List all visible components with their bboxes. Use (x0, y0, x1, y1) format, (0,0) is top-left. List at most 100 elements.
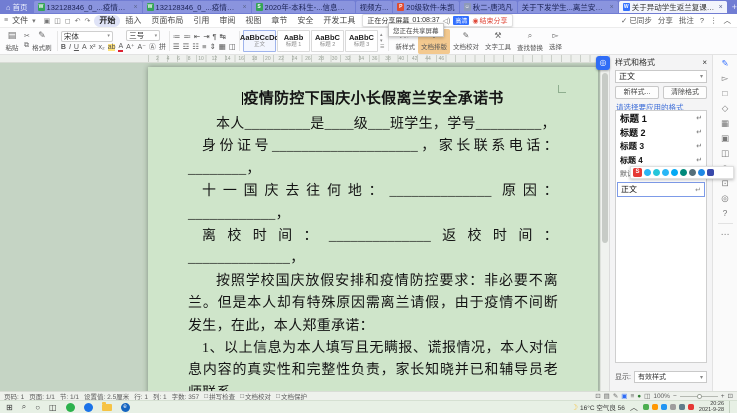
meeting-app-icon[interactable] (83, 402, 93, 412)
new-style-panel-button[interactable]: 新样式... (615, 86, 659, 99)
style-item-heading3[interactable]: 标题 3 ↵ (616, 139, 706, 153)
style-heading2[interactable]: AaBbC 标题 2 (310, 30, 344, 52)
tab-page-layout[interactable]: 页面布局 (146, 15, 188, 27)
chart-pane-icon[interactable]: ◫ (721, 148, 729, 158)
meeting-share-icon[interactable] (662, 169, 669, 176)
style-heading3[interactable]: AaBbC 标题 3 (344, 30, 378, 52)
properties-pane-icon[interactable]: ✎ (721, 58, 728, 68)
meeting-audio-icon[interactable] (653, 169, 660, 176)
show-marks-icon[interactable]: ¶ (213, 32, 217, 41)
text-tools-button[interactable]: ⚒ 文字工具 (482, 29, 514, 54)
style-item-body[interactable]: 正文 ↵ (617, 182, 705, 197)
highlight-icon[interactable]: ab (107, 43, 116, 51)
search-icon[interactable]: ⌕ (22, 402, 26, 412)
close-tab-icon[interactable]: × (610, 4, 614, 11)
file-explorer-icon[interactable] (101, 401, 112, 411)
align-right-icon[interactable]: ☷ (192, 42, 199, 51)
font-color-icon[interactable]: A (118, 43, 124, 52)
document-text[interactable]: 疫情防控下国庆小长假离兰安全承诺书 本人_________是____级___班学… (188, 89, 558, 391)
web-view-icon[interactable]: ◫ (644, 392, 650, 400)
page-view-icon[interactable]: ▣ (621, 392, 627, 400)
font-name-select[interactable]: 宋体 ▾ (60, 30, 113, 42)
more-menu-icon[interactable]: ⋮ (710, 16, 718, 25)
document-tab[interactable]: S 2020年-本科生-...信息学院 (251, 1, 355, 13)
style-heading1[interactable]: AaBb 标题 1 (276, 30, 310, 52)
tray-expand-icon[interactable]: ︿ (630, 402, 638, 413)
justify-icon[interactable]: ≡ (202, 42, 206, 51)
cortana-icon[interactable]: ○ (35, 403, 40, 412)
redo-icon[interactable]: ↷ (85, 17, 91, 25)
clear-format-icon[interactable]: Ⓐ (149, 42, 156, 52)
chat-tray-icon[interactable] (660, 404, 667, 410)
save-icon[interactable]: ▣ (44, 17, 51, 25)
meeting-floating-toolbar[interactable]: S (630, 166, 734, 179)
paste-button[interactable]: ▤ 粘贴 (0, 29, 24, 54)
tab-insert[interactable]: 插入 (120, 15, 146, 27)
close-tab-icon[interactable]: × (133, 4, 137, 11)
meeting-record-icon[interactable] (680, 169, 687, 176)
tab-view[interactable]: 视图 (240, 15, 266, 27)
zoom-slider[interactable] (679, 393, 718, 399)
file-menu[interactable]: 文件 (12, 15, 28, 26)
text-direction-icon[interactable]: ↹ (220, 32, 226, 41)
browser-app-icon[interactable] (65, 402, 75, 412)
find-replace-button[interactable]: ⌕ 查找替换 (514, 29, 546, 54)
end-share-button[interactable]: ◉ 结束分享 (472, 16, 507, 26)
doc-paragraph[interactable]: 离校时间：______________返校时间：______________， (188, 226, 558, 271)
meeting-apps-icon[interactable] (707, 169, 714, 176)
sync-status[interactable]: ✓ 已同步 (621, 15, 652, 26)
scrollbar-thumb[interactable] (602, 73, 608, 243)
clock[interactable]: 20:26 2021-9-28 (699, 401, 724, 413)
style-item-heading4[interactable]: 标题 4 ↵ (616, 153, 706, 167)
help-icon[interactable]: ? (700, 16, 704, 25)
home-tab[interactable]: ⌂ 首页 (0, 0, 34, 14)
tab-security[interactable]: 安全 (292, 15, 318, 27)
active-document-tab[interactable]: W 关于异动学生返兰复课的说明.doc × (618, 1, 727, 13)
current-style-select[interactable]: 正文 ▾ (615, 70, 707, 83)
fit-page-icon[interactable]: ⊡ (728, 392, 733, 400)
outline-view-icon[interactable]: ≡ (630, 393, 634, 400)
comment-button[interactable]: 批注 (679, 15, 694, 26)
italic-icon[interactable]: I (69, 44, 71, 51)
format-painter-button[interactable]: ✎ 格式刷 (30, 29, 54, 54)
clear-format-panel-button[interactable]: 清除格式 (663, 86, 707, 99)
hd-badge[interactable]: 高清 (453, 16, 470, 25)
input-method-tray-icon[interactable] (678, 404, 685, 410)
underline-icon[interactable]: U (74, 44, 79, 51)
doc-proofread-button[interactable]: ✎ 文档校对 (450, 29, 482, 54)
shape-pane-icon[interactable]: □ (722, 88, 727, 98)
info-pane-icon[interactable]: ◎ (721, 193, 728, 203)
layout-pane-icon[interactable]: ⊡ (721, 178, 728, 188)
print-preview-icon[interactable]: ◻ (65, 17, 71, 25)
gallery-more-icon[interactable]: ☰ (380, 44, 384, 50)
subscript-icon[interactable]: x₂ (98, 44, 104, 51)
zoom-level[interactable]: 100% (653, 393, 670, 400)
table-pane-icon[interactable]: ▦ (721, 118, 729, 128)
bullet-list-icon[interactable]: ≔ (173, 32, 181, 41)
document-tab[interactable]: 关于下发学生...离兰安全承诺书 × (517, 1, 618, 13)
tab-references[interactable]: 引用 (188, 15, 214, 27)
meeting-mic-icon[interactable] (671, 169, 678, 176)
share-button[interactable]: 分享 (658, 15, 673, 26)
zoom-in-icon[interactable]: + (721, 393, 725, 400)
write-mode-icon[interactable]: ✎ (613, 392, 618, 400)
style-item-heading1[interactable]: 标题 1 ↵ (616, 111, 706, 125)
align-left-icon[interactable]: ☰ (173, 42, 180, 51)
strike-icon[interactable]: A (82, 44, 87, 51)
style-item-heading2[interactable]: 标题 2 ↵ (616, 125, 706, 139)
font-size-select[interactable]: 三号 ▾ (126, 30, 161, 41)
tab-dev-tools[interactable]: 开发工具 (318, 15, 360, 27)
indent-icon[interactable]: ⇥ (203, 32, 209, 41)
document-page[interactable]: 疫情防控下国庆小长假离兰安全承诺书 本人_________是____级___班学… (148, 67, 598, 391)
panel-close-icon[interactable]: × (702, 58, 707, 67)
read-view-icon[interactable]: ▤ (604, 392, 610, 400)
horizontal-ruler[interactable]: 2 4 6 8 10 12 14 16 18 20 22 24 26 28 30… (0, 55, 609, 63)
select-pane-icon[interactable]: ▻ (722, 73, 729, 83)
document-tab[interactable]: ☺ 秋二-唐鸿凡 (459, 1, 517, 13)
document-tab[interactable]: W 132128346_0_...疫情记录_265_265 × (33, 1, 142, 13)
tab-review[interactable]: 审阅 (214, 15, 240, 27)
hamburger-menu-icon[interactable]: ≡ (4, 17, 8, 24)
collapse-ribbon-icon[interactable]: ︿ (724, 15, 732, 26)
fill-pane-icon[interactable]: ◇ (722, 103, 729, 113)
undo-icon[interactable]: ↶ (75, 17, 81, 25)
